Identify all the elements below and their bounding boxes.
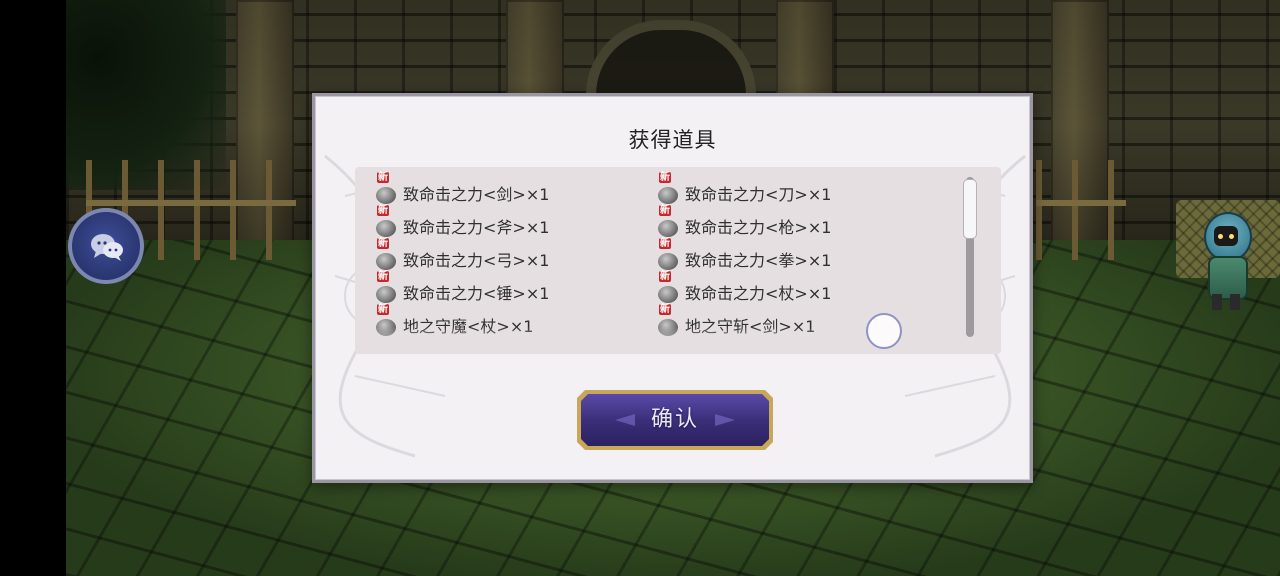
item-name: 致命击之力<刀>×1: [685, 185, 832, 204]
item-entry[interactable]: 新致命击之力<弓>×1: [375, 238, 657, 271]
item-entry[interactable]: 新致命击之力<枪>×1: [657, 205, 939, 238]
new-badge: 新: [377, 271, 389, 282]
stone-item-icon: 新: [375, 271, 397, 303]
item-entry[interactable]: 新致命击之力<拳>×1: [657, 238, 939, 271]
chat-button[interactable]: [68, 208, 144, 284]
item-entry[interactable]: 新致命击之力<刀>×1: [657, 172, 939, 205]
item-entry[interactable]: 新致命击之力<杖>×1: [657, 271, 939, 304]
new-badge: 新: [659, 205, 671, 216]
new-badge: 新: [659, 238, 671, 249]
item-list-panel[interactable]: 新致命击之力<剑>×1 新致命击之力<刀>×1 新致命击之力<斧>×1 新致命击之力<…: [355, 167, 1001, 354]
new-badge: 新: [659, 172, 671, 183]
touch-indicator: [866, 313, 902, 349]
item-reward-dialog: 获得道具 新致命击之力<剑>×1 新致命击之力<刀>×1 新致命击之力<斧>×1 新致…: [312, 93, 1033, 483]
new-badge: 新: [377, 205, 389, 216]
stone-item-icon: 新: [375, 172, 397, 204]
item-name: 致命击之力<剑>×1: [403, 185, 550, 204]
new-badge: 新: [377, 238, 389, 249]
scrollbar-thumb[interactable]: [963, 179, 977, 239]
item-name: 致命击之力<弓>×1: [403, 251, 550, 270]
item-entry[interactable]: 新致命击之力<斧>×1: [375, 205, 657, 238]
confirm-button-label: 确认: [650, 407, 699, 432]
new-badge: 新: [659, 271, 671, 282]
stone-item-icon: 新: [657, 271, 679, 303]
item-name: 致命击之力<锤>×1: [403, 284, 550, 303]
item-name: 致命击之力<杖>×1: [685, 284, 832, 303]
new-badge: 新: [377, 172, 389, 183]
confirm-button[interactable]: 确认: [575, 388, 775, 452]
new-badge: 新: [659, 304, 671, 315]
item-name: 致命击之力<枪>×1: [685, 218, 832, 237]
stone-item-icon: 新: [375, 238, 397, 270]
chat-bubble-icon: [91, 234, 123, 261]
npc-character[interactable]: [1196, 212, 1256, 312]
stone-item-icon: 新: [375, 205, 397, 237]
stone-item-icon: 新: [657, 205, 679, 237]
wooden-fence: [1036, 160, 1126, 260]
item-entry[interactable]: 新致命击之力<锤>×1: [375, 271, 657, 304]
new-badge: 新: [377, 304, 389, 315]
item-list: 新致命击之力<剑>×1 新致命击之力<刀>×1 新致命击之力<斧>×1 新致命击之力<…: [375, 172, 935, 337]
item-name: 致命击之力<斧>×1: [403, 218, 550, 237]
item-entry[interactable]: 新致命击之力<剑>×1: [375, 172, 657, 205]
stone-item-icon: 新: [657, 172, 679, 204]
item-name: 致命击之力<拳>×1: [685, 251, 832, 270]
dialog-title: 获得道具: [628, 128, 717, 152]
stone-item-icon: 新: [657, 238, 679, 270]
